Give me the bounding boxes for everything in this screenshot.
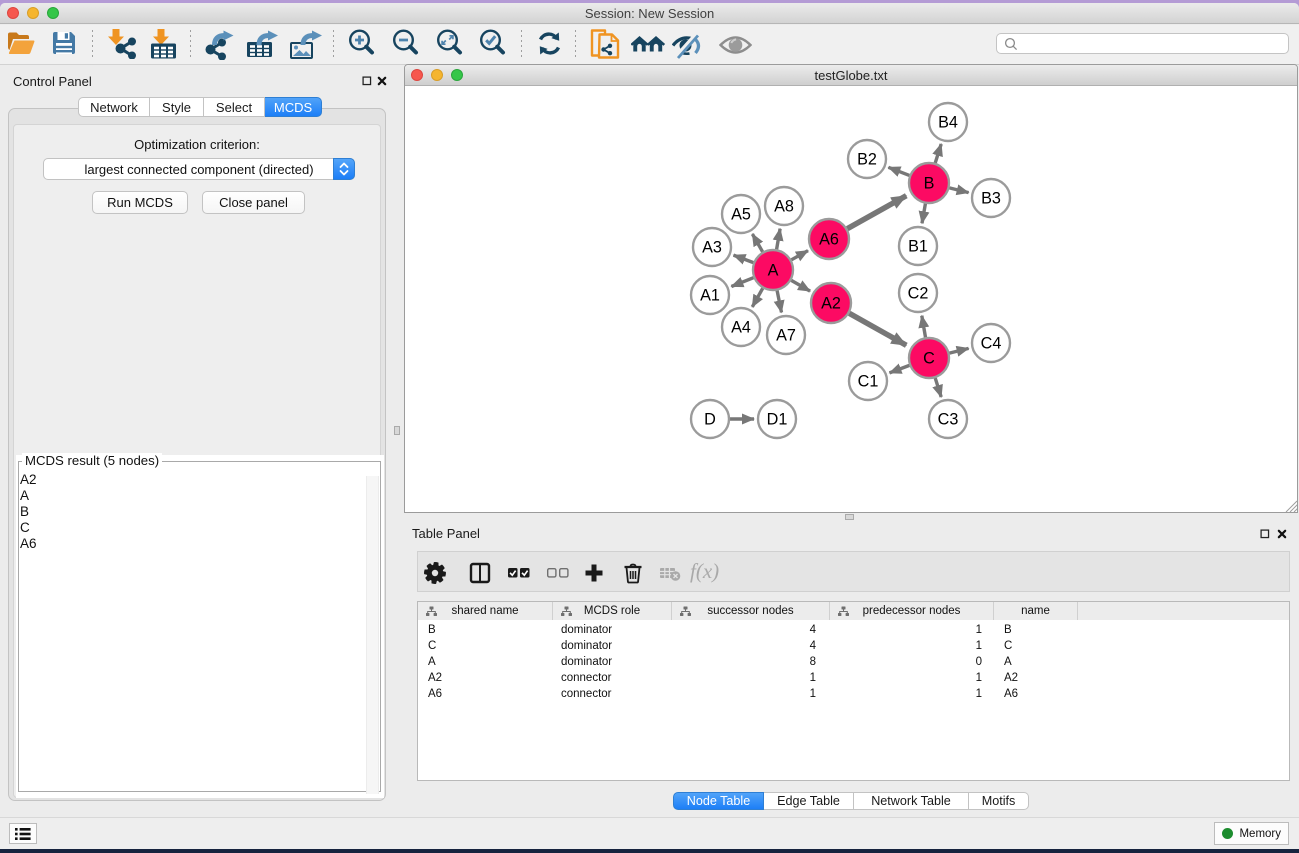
svg-text:C1: C1 (858, 373, 879, 391)
svg-text:A: A (768, 262, 779, 280)
svg-text:A5: A5 (731, 206, 751, 224)
svg-text:A7: A7 (776, 327, 796, 345)
svg-text:B2: B2 (857, 151, 877, 169)
svg-text:B3: B3 (981, 190, 1001, 208)
svg-text:A3: A3 (702, 239, 722, 257)
svg-text:B1: B1 (908, 238, 928, 256)
svg-text:C4: C4 (981, 335, 1002, 353)
svg-text:D1: D1 (767, 411, 788, 429)
svg-text:A2: A2 (821, 295, 841, 313)
svg-text:B: B (924, 175, 935, 193)
svg-text:A6: A6 (819, 231, 839, 249)
svg-text:C: C (923, 350, 935, 368)
svg-text:A4: A4 (731, 319, 751, 337)
svg-text:A1: A1 (700, 287, 720, 305)
svg-text:B4: B4 (938, 114, 958, 132)
svg-text:C2: C2 (908, 285, 929, 303)
svg-text:A8: A8 (774, 198, 794, 216)
svg-text:C3: C3 (938, 411, 959, 429)
svg-text:D: D (704, 411, 716, 429)
